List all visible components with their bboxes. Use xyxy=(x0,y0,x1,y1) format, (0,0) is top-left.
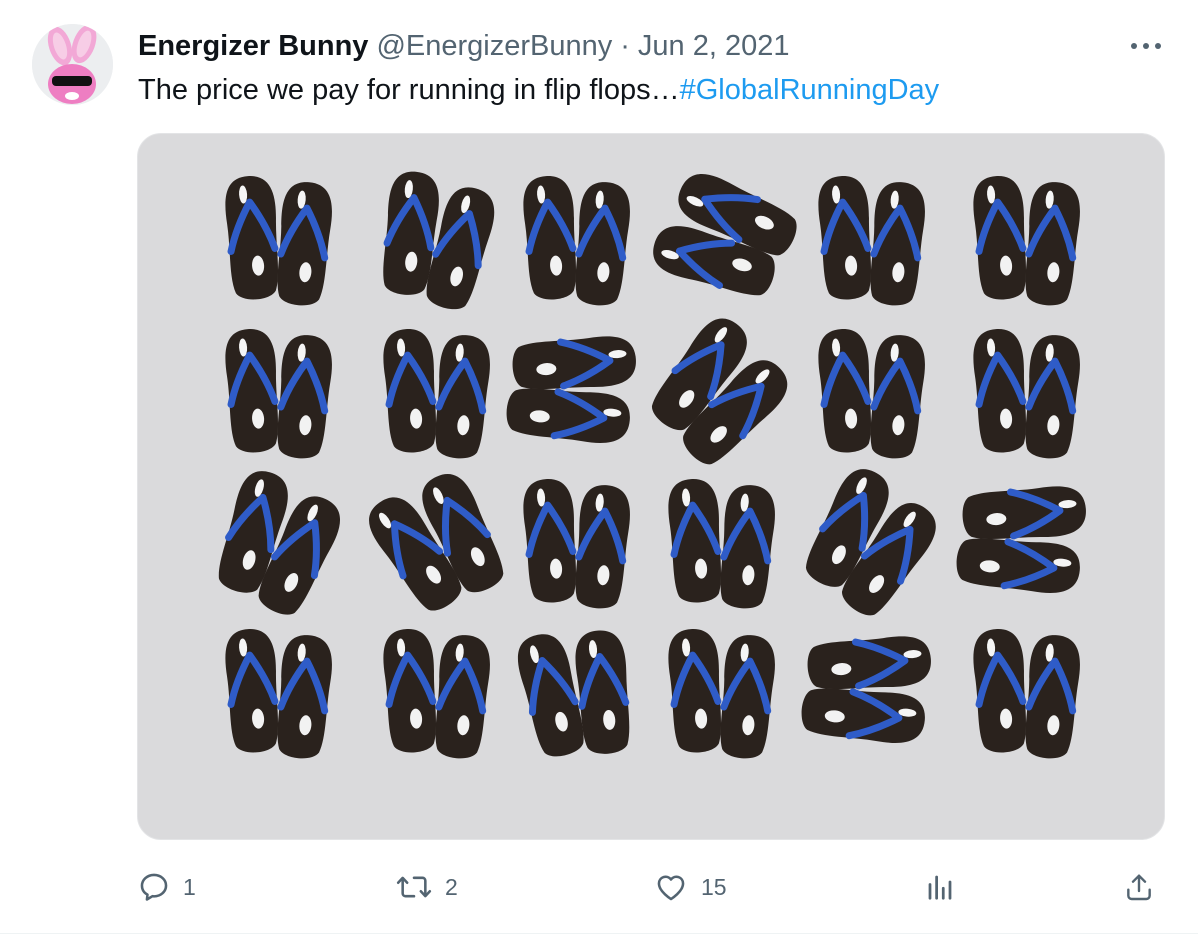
more-options-button[interactable] xyxy=(1126,30,1166,62)
header-separator: · xyxy=(620,29,630,62)
tweet-text: The price we pay for running in flip flo… xyxy=(138,70,939,110)
flip-flop-pair xyxy=(801,636,931,743)
avatar[interactable] xyxy=(32,24,113,105)
flip-flop-pair xyxy=(383,171,495,310)
retweet-button[interactable]: 2 xyxy=(395,862,458,912)
flip-flop-pair xyxy=(653,174,797,296)
flip-flop-pair xyxy=(523,176,630,306)
flip-flop-pair xyxy=(383,329,490,459)
tweet-actions: 1 2 15 xyxy=(137,862,1167,912)
author-handle[interactable]: @EnergizerBunny xyxy=(376,30,612,63)
like-count: 15 xyxy=(701,873,727,900)
flip-flop-pair xyxy=(523,479,630,609)
flip-flop-pair xyxy=(506,336,636,443)
flip-flop-pair xyxy=(973,176,1080,306)
flip-flop-pair xyxy=(383,629,490,759)
flip-flop-pair xyxy=(668,479,775,609)
tweet-date[interactable]: Jun 2, 2021 xyxy=(638,30,790,63)
tweet-card[interactable]: Energizer Bunny @EnergizerBunny · Jun 2,… xyxy=(0,0,1198,934)
bunny-avatar-icon xyxy=(32,24,113,105)
flip-flop-pair xyxy=(668,629,775,759)
retweet-count: 2 xyxy=(445,873,458,900)
flip-flop-pair xyxy=(369,474,504,611)
share-button[interactable] xyxy=(1123,862,1155,912)
hashtag-link[interactable]: #GlobalRunningDay xyxy=(680,74,940,106)
flip-flop-pair xyxy=(818,329,925,459)
author-name[interactable]: Energizer Bunny xyxy=(138,30,368,63)
flip-flop-pair xyxy=(973,329,1080,459)
flip-flop-pair xyxy=(651,318,788,465)
flip-flop-pair xyxy=(225,629,332,759)
flip-flop-pair xyxy=(218,471,340,615)
flip-flop-pair xyxy=(517,630,630,757)
reply-button[interactable]: 1 xyxy=(137,862,196,912)
tweet-media[interactable] xyxy=(137,133,1165,840)
analytics-icon xyxy=(928,875,952,900)
flip-flop-pair xyxy=(956,486,1086,593)
flip-flop-pair xyxy=(225,329,332,459)
like-button[interactable]: 15 xyxy=(653,862,727,912)
flip-flop-pair xyxy=(818,176,925,306)
reply-count: 1 xyxy=(183,873,196,900)
heart-icon xyxy=(657,875,685,901)
retweet-icon xyxy=(396,876,432,898)
flip-flop-pair xyxy=(973,629,1080,759)
tweet-header: Energizer Bunny @EnergizerBunny · Jun 2,… xyxy=(138,28,789,64)
tweet-body: The price we pay for running in flip flo… xyxy=(138,74,680,106)
flip-flop-pair xyxy=(225,176,332,306)
flip-flop-pair xyxy=(805,469,936,616)
share-icon xyxy=(1127,874,1151,901)
views-button[interactable] xyxy=(925,862,955,912)
flip-flops-grid-image xyxy=(218,171,1086,759)
more-options-icon xyxy=(1131,43,1161,49)
reply-icon xyxy=(140,873,168,901)
